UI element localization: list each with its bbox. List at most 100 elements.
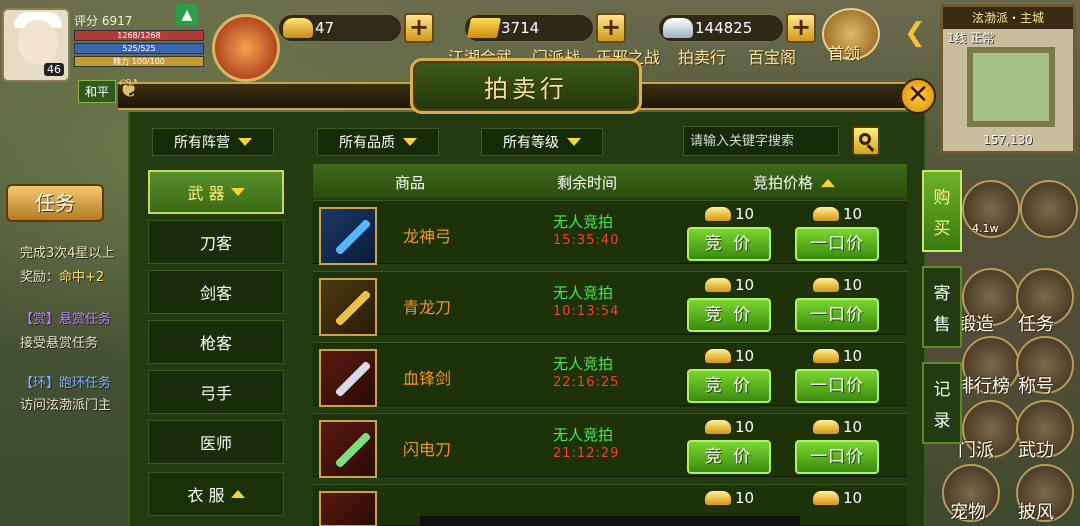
category-clothes[interactable]: 衣 服 [148,472,284,516]
bid-price-value: 10 [735,276,755,294]
add-silver-button[interactable]: + [786,13,816,43]
category-item-spear[interactable]: 枪客 [148,320,284,364]
task-loop-title: 跑环任务 [59,376,112,391]
category-clothes-label: 衣 服 [187,486,225,505]
auction-title-plate: 拍卖行 [410,58,642,114]
bid-price: 10 [705,205,754,223]
blade-item-icon[interactable] [319,278,377,336]
auction-title: 拍卖行 [484,74,568,103]
add-gold-bar-button[interactable]: + [596,13,626,43]
category-item-sword[interactable]: 剑客 [148,270,284,314]
tab-sell[interactable]: 寄 售 [922,266,962,348]
tab-buy-char-1: 购 [933,188,951,208]
bid-button[interactable]: 竞 价 [687,440,771,474]
search-input[interactable] [683,126,839,156]
boss-portrait-icon[interactable] [212,14,280,82]
header-item: 商品 [395,174,426,192]
table-row[interactable]: 青龙刀 无人竞拍 10:13:54 10 10 竞 价 一口价 [313,271,907,336]
table-row[interactable]: 血锋剑 无人竞拍 22:16:25 10 10 竞 价 一口价 [313,342,907,407]
category-item-archer[interactable]: 弓手 [148,370,284,414]
category-weapon[interactable]: 武 器 [148,170,284,214]
tab-record-char-1: 记 [933,380,951,400]
task-line-4[interactable]: 接受悬赏任务 [20,332,98,351]
gold-ingot-icon [705,207,731,221]
bid-button[interactable]: 竞 价 [687,369,771,403]
buyout-price: 10 [813,418,862,436]
task-tag-bounty: 【赏】 [20,312,60,327]
search-icon-handle [866,144,875,152]
close-button[interactable]: ✕ [900,78,936,114]
title-label: 称号 [1018,376,1054,397]
dropdown-arrow-icon [403,138,417,146]
tab-record[interactable]: 记 录 [922,362,962,444]
bid-status: 无人竞拍 [553,355,614,373]
quality-filter[interactable]: 所有品质 [317,128,439,156]
buyout-price: 10 [813,489,862,507]
bid-status: 无人竞拍 [553,213,614,231]
gold-ingot-icon [813,278,839,292]
buyout-price: 10 [813,205,862,223]
task-button[interactable]: 任务 [6,184,104,222]
faction-filter[interactable]: 所有阵营 [152,128,274,156]
forge-label: 锻造 [958,314,994,335]
player-avatar[interactable]: 46 [2,8,70,82]
task-line-1[interactable]: 完成3次4星以上 [20,242,115,261]
buyout-button[interactable]: 一口价 [795,440,879,474]
cloak-label: 披风 [1018,502,1054,523]
bid-price-value: 10 [735,418,755,436]
header-price[interactable]: 竞拍价格 [753,172,836,193]
bid-price: 10 [705,489,754,507]
add-gold-ingot-button[interactable]: + [404,13,434,43]
category-item-healer[interactable]: 医师 [148,420,284,464]
buyout-price: 10 [813,347,862,365]
gold-ingot-icon [705,349,731,363]
level-filter[interactable]: 所有等级 [481,128,603,156]
bow-item-icon[interactable] [319,207,377,265]
category-item-blade[interactable]: 刀客 [148,220,284,264]
tab-sell-char-2: 售 [933,315,951,335]
bid-price-value: 10 [735,205,755,223]
header-time: 剩余时间 [557,174,618,192]
bid-price: 10 [705,418,754,436]
search-button[interactable] [852,126,880,156]
minimap-coords: 157,130 [983,133,1033,147]
minimap[interactable]: 泫渤派・主城 1线 正常 157,130 [940,4,1076,154]
sort-arrow-icon [821,178,836,187]
nav-treasure[interactable]: 百宝阁 [748,44,796,68]
buyout-price-value: 10 [843,347,863,365]
task-line-2[interactable]: 奖励：命中+2 [20,266,104,285]
gold-ingot-icon [705,278,731,292]
sword-item-icon[interactable] [319,349,377,407]
buyout-price-value: 10 [843,489,863,507]
silver-counter: 144825 [658,14,784,42]
table-row[interactable]: 龙神弓 无人竞拍 15:35:40 10 10 竞 价 一口价 [313,200,907,265]
task-menu-label: 任务 [1018,314,1054,335]
buyout-button[interactable]: 一口价 [795,298,879,332]
gold-ingot-value: 47 [315,19,335,37]
collapse-arrow-icon[interactable]: ❮ [904,18,926,48]
table-row[interactable]: 闪电刀 无人竞拍 21:12:29 10 10 竞 价 一口价 [313,413,907,478]
nav-auction[interactable]: 拍卖行 [678,44,726,68]
buyout-price-value: 10 [843,276,863,294]
lightning-blade-item-icon[interactable] [319,420,377,478]
task-line-6[interactable]: 访问泫渤派门主 [20,394,111,413]
time-remaining: 10:13:54 [553,304,620,319]
gift-icon[interactable]: ▲ [176,4,198,26]
expand-arrow-icon [230,188,245,196]
collapse-arrow-icon [230,490,245,498]
bid-price-value: 10 [735,347,755,365]
task-line-3[interactable]: 【赏】悬赏任务 [20,308,111,327]
buyout-button[interactable]: 一口价 [795,369,879,403]
item-name: 血锋剑 [403,369,452,388]
menu-diamond-icon[interactable] [1020,180,1078,238]
bid-button[interactable]: 竞 价 [687,227,771,261]
buyout-button[interactable]: 一口价 [795,227,879,261]
dropdown-arrow-icon [238,138,252,146]
pagination-bar[interactable] [420,516,800,526]
stamina-bar: 精力 100/100 [74,56,204,67]
tab-buy[interactable]: 购 买 [922,170,962,252]
pk-mode-button[interactable]: 和平 [78,80,117,103]
bid-button[interactable]: 竞 价 [687,298,771,332]
partial-item-icon[interactable] [319,491,377,526]
task-line-5[interactable]: 【环】跑环任务 [20,372,111,391]
